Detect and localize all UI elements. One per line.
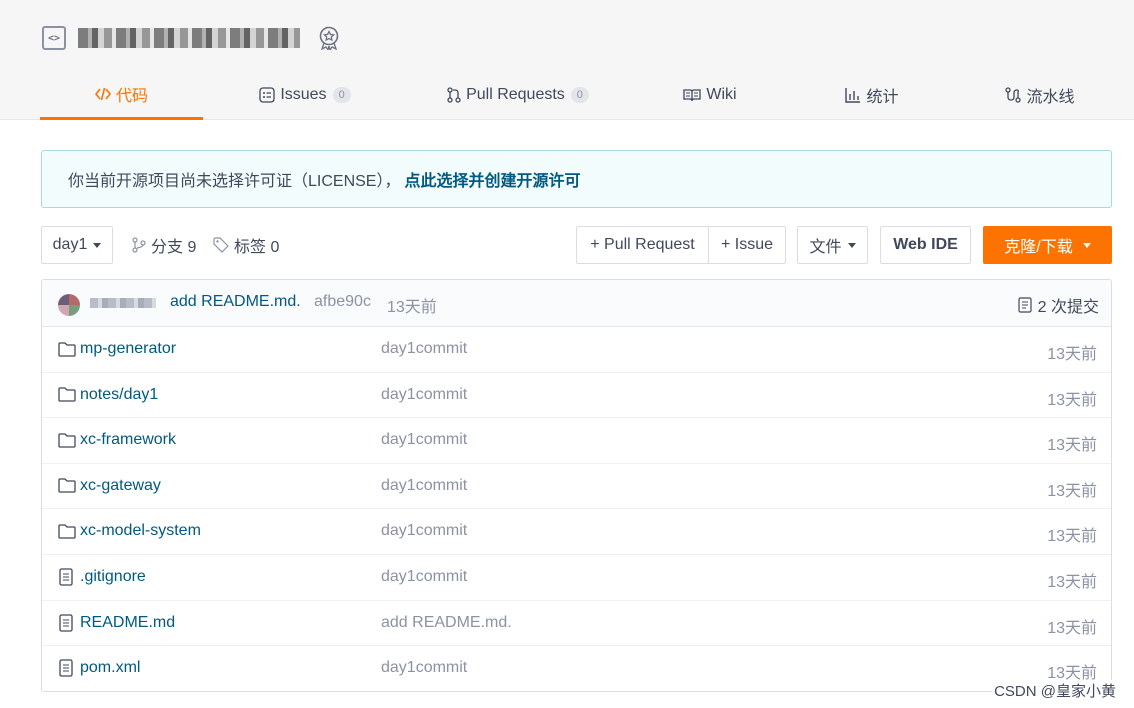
tag-icon [213, 237, 229, 253]
create-license-link[interactable]: 点此选择并创建开源许可 [404, 167, 580, 191]
file-name-link[interactable]: README.md [80, 614, 175, 632]
file-name-link[interactable]: xc-model-system [80, 522, 201, 540]
folder-icon [58, 386, 76, 404]
folder-icon [58, 477, 76, 495]
repo-title: <> blurred-repo-name [42, 24, 340, 52]
issues-icon [259, 87, 275, 103]
file-name-link[interactable]: pom.xml [80, 659, 140, 677]
branch-select[interactable]: day1 [41, 226, 113, 264]
pull-request-icon [447, 87, 461, 103]
issues-count-badge: 0 [332, 87, 351, 103]
new-issue-button[interactable]: + Issue [708, 226, 786, 264]
repo-name[interactable]: blurred-repo-name [78, 28, 300, 48]
file-commit-message[interactable]: day1commit [381, 522, 467, 540]
folder-icon [58, 431, 76, 449]
file-commit-time: 13天前 [1047, 391, 1097, 409]
file-commit-time: 13天前 [1047, 346, 1097, 363]
folder-icon [58, 340, 76, 358]
file-list: blurred-author add README.md. afbe90c 13… [41, 279, 1112, 692]
latest-commit-time: 13天前 [387, 299, 437, 316]
chart-icon [845, 87, 861, 103]
commit-count-link[interactable]: 2 次提交 [1018, 293, 1099, 317]
repo-tabs: 代码 Issues 0 Pull Requests 0 Wiki 统计 流水线 [40, 70, 1100, 120]
tab-wiki[interactable]: Wiki [670, 70, 750, 120]
file-commit-time: 13天前 [1047, 437, 1097, 455]
book-icon [683, 88, 702, 102]
file-commit-time: 13天前 [1047, 619, 1097, 637]
tab-code[interactable]: 代码 [40, 70, 203, 120]
file-name-link[interactable]: mp-generator [80, 340, 176, 358]
file-commit-message[interactable]: day1commit [381, 340, 467, 358]
file-name-link[interactable]: notes/day1 [80, 386, 158, 404]
file-commit-time: 13天前 [1047, 482, 1097, 500]
new-pull-request-button[interactable]: + Pull Request [576, 226, 709, 264]
file-commit-message[interactable]: day1commit [381, 431, 467, 449]
file-commit-time: 13天前 [1047, 573, 1097, 591]
commit-history-icon [1018, 297, 1032, 313]
file-icon [58, 659, 76, 677]
table-row[interactable]: README.md add README.md. 13天前 [42, 601, 1111, 647]
branches-link[interactable]: 分支 9 [132, 234, 196, 256]
branch-icon [132, 237, 146, 253]
pipeline-icon [1005, 87, 1022, 103]
chevron-down-icon [847, 242, 856, 248]
tags-link[interactable]: 标签 0 [213, 234, 279, 256]
code-icon [94, 87, 111, 101]
file-commit-message[interactable]: day1commit [381, 659, 467, 677]
file-commit-message[interactable]: day1commit [381, 386, 467, 404]
file-commit-message[interactable]: day1commit [381, 568, 467, 586]
table-row[interactable]: notes/day1 day1commit 13天前 [42, 373, 1111, 419]
pull-requests-count-badge: 0 [570, 87, 589, 103]
table-row[interactable]: .gitignore day1commit 13天前 [42, 555, 1111, 601]
file-menu-button[interactable]: 文件 [797, 226, 868, 264]
license-notice-text: 你当前开源项目尚未选择许可证（LICENSE）， [68, 173, 401, 190]
file-commit-message[interactable]: day1commit [381, 477, 467, 495]
tab-pull-requests[interactable]: Pull Requests 0 [438, 70, 598, 120]
license-notice: 你当前开源项目尚未选择许可证（LICENSE）， 点此选择并创建开源许可 [41, 150, 1112, 208]
table-row[interactable]: xc-gateway day1commit 13天前 [42, 464, 1111, 510]
table-row[interactable]: xc-framework day1commit 13天前 [42, 418, 1111, 464]
clone-download-button[interactable]: 克隆/下载 [983, 226, 1112, 264]
watermark-text: CSDN @皇家小黄 [992, 680, 1118, 701]
repo-header: <> blurred-repo-name 代码 Issues 0 Pull Re… [0, 0, 1134, 120]
file-commit-time: 13天前 [1047, 528, 1097, 546]
tab-statistics[interactable]: 统计 [832, 70, 912, 120]
file-commit-message[interactable]: add README.md. [381, 614, 512, 632]
chevron-down-icon [93, 242, 102, 248]
chevron-down-icon [1082, 242, 1091, 248]
folder-icon [58, 522, 76, 540]
file-icon [58, 613, 76, 632]
code-repo-icon: <> [42, 26, 66, 50]
table-row[interactable]: xc-model-system day1commit 13天前 [42, 509, 1111, 555]
file-icon [58, 568, 76, 586]
table-row[interactable]: pom.xml day1commit 13天前 [42, 646, 1111, 691]
avatar[interactable] [58, 294, 80, 316]
web-ide-button[interactable]: Web IDE [880, 226, 971, 264]
latest-commit-bar: blurred-author add README.md. afbe90c 13… [42, 280, 1111, 327]
latest-commit-hash[interactable]: afbe90c [314, 293, 371, 311]
table-row[interactable]: mp-generator day1commit 13天前 [42, 327, 1111, 373]
tab-issues[interactable]: Issues 0 [245, 70, 365, 120]
file-name-link[interactable]: .gitignore [80, 568, 146, 586]
commit-author[interactable]: blurred-author [90, 298, 156, 308]
tab-pipeline[interactable]: 流水线 [1000, 70, 1080, 120]
award-badge-icon[interactable] [318, 25, 340, 51]
file-name-link[interactable]: xc-framework [80, 431, 176, 449]
latest-commit-message[interactable]: add README.md. [170, 293, 301, 311]
file-name-link[interactable]: xc-gateway [80, 477, 161, 495]
